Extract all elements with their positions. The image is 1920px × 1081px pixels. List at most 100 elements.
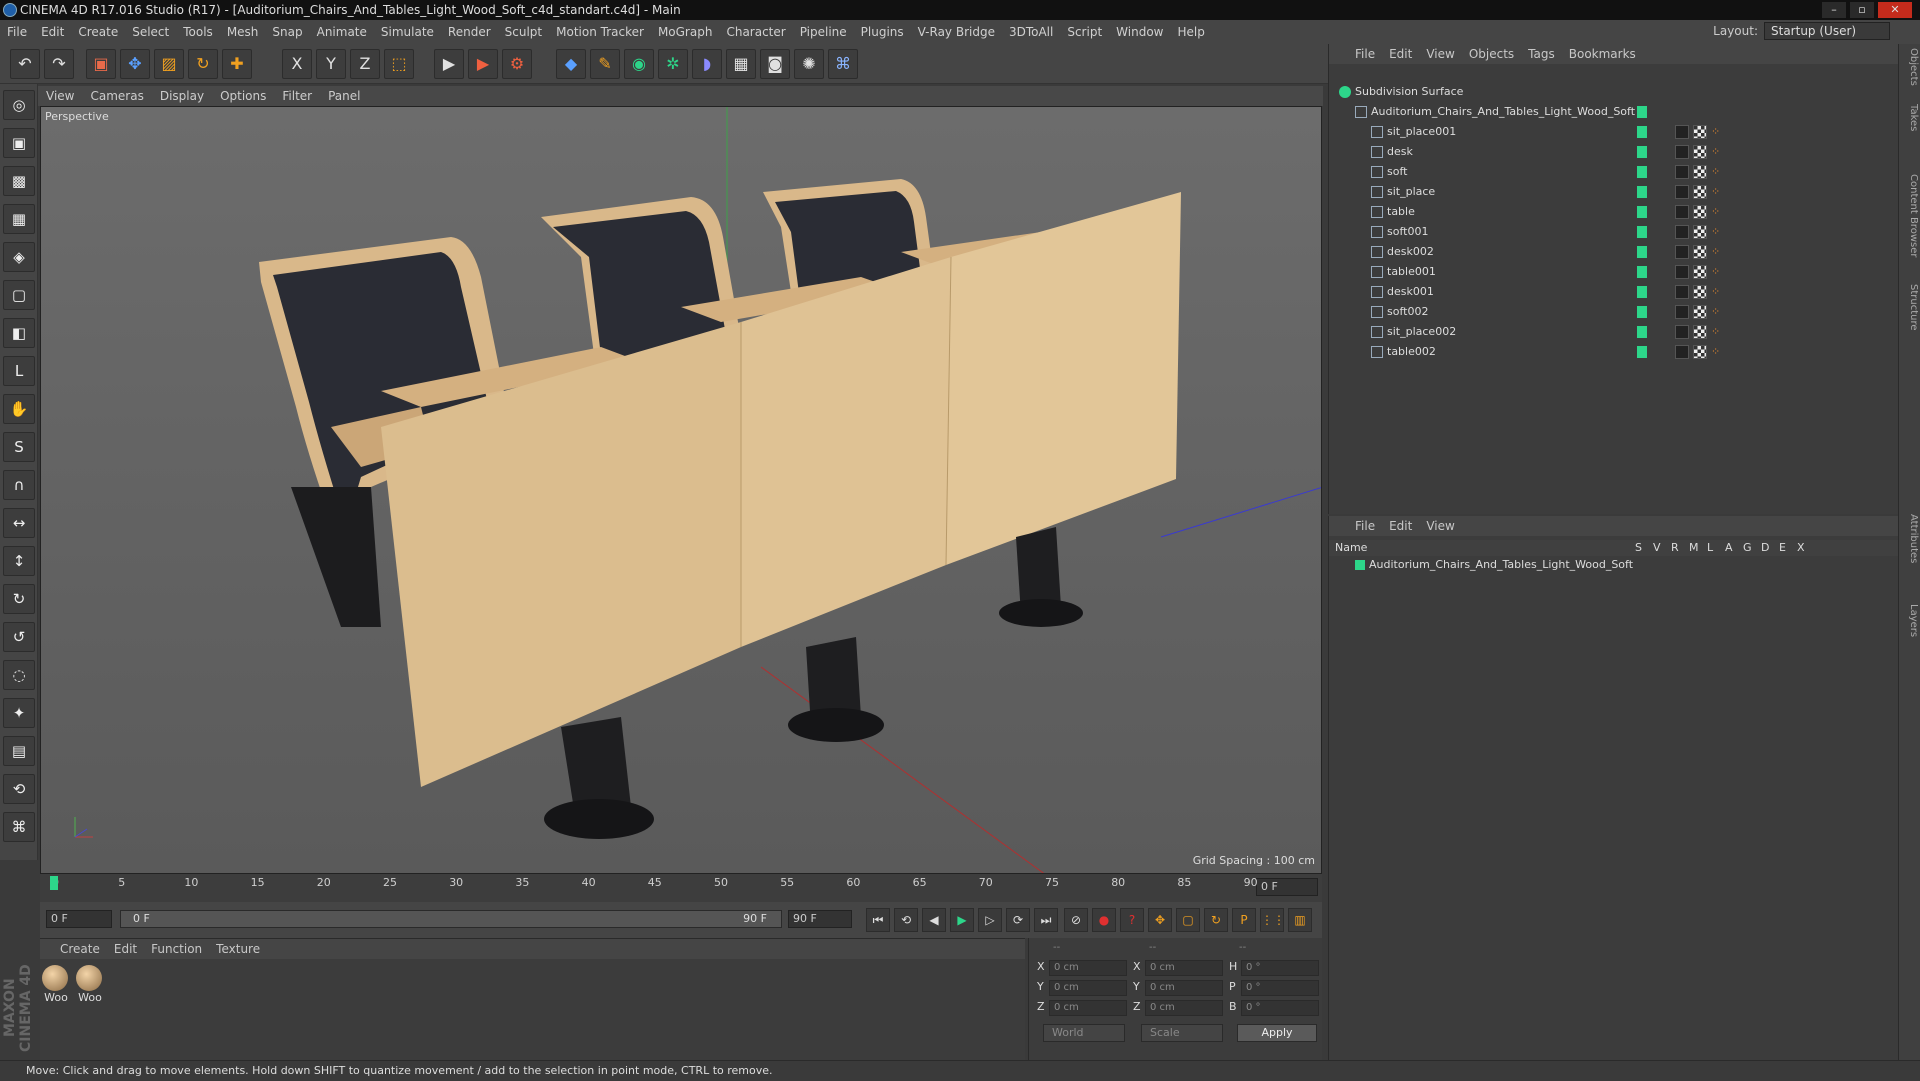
pen-spline-button[interactable]: ✎ [590,49,620,79]
menu-render[interactable]: Render [441,20,498,44]
layer-column-header[interactable]: D [1761,540,1769,556]
object-row[interactable]: sit_place002 ⁘ [1329,322,1899,342]
position-field[interactable]: 0 cm [1049,960,1127,976]
object-menu-edit[interactable]: Edit [1389,47,1412,61]
transport-button[interactable]: ⏮ [866,908,890,932]
object-row[interactable]: sit_place ⁘ [1329,182,1899,202]
object-row[interactable]: desk001 ⁘ [1329,282,1899,302]
subdivision-surface-button[interactable]: ◉ [624,49,654,79]
keyframe-tool-button[interactable]: ⋮⋮ [1260,908,1285,932]
left-tool-button[interactable]: ▤ [3,736,35,766]
transport-button[interactable]: ▷ [978,908,1002,932]
side-tab-content-browser[interactable]: Content Browser [1901,174,1919,257]
menu-simulate[interactable]: Simulate [374,20,441,44]
texture-tag-icon[interactable] [1693,205,1707,219]
size-field[interactable]: 0 cm [1145,1000,1223,1016]
object-menu-bookmarks[interactable]: Bookmarks [1569,47,1636,61]
viewport-menu-view[interactable]: View [38,86,82,106]
keyframe-tool-button[interactable]: ✥ [1148,908,1172,932]
left-tool-button[interactable]: ⟲ [3,774,35,804]
menu-edit[interactable]: Edit [34,20,71,44]
left-tool-button[interactable]: ▣ [3,128,35,158]
selection-tag-icon[interactable]: ⁘ [1711,185,1725,199]
material-menu-function[interactable]: Function [151,942,202,956]
start-frame-field[interactable]: 0 F [46,910,112,928]
y-axis-button[interactable]: Y [316,49,346,79]
layer-column-header[interactable]: L [1707,540,1713,556]
visibility-toggle[interactable] [1637,286,1647,298]
texture-tag-icon[interactable] [1693,325,1707,339]
layer-menu-file[interactable]: File [1355,519,1375,533]
object-row[interactable]: soft ⁘ [1329,162,1899,182]
texture-tag-icon[interactable] [1693,285,1707,299]
visibility-toggle[interactable] [1637,346,1647,358]
layer-column-header[interactable]: E [1779,540,1786,556]
object-row[interactable]: Auditorium_Chairs_And_Tables_Light_Wood_… [1329,102,1899,122]
live-selection-button[interactable]: ▣ [86,49,116,79]
coordinate-space-dropdown[interactable]: World [1043,1024,1125,1042]
texture-tag-icon[interactable] [1693,225,1707,239]
side-tab-attributes[interactable]: Attributes [1901,514,1919,563]
object-menu-view[interactable]: View [1426,47,1454,61]
end-frame-field[interactable]: 90 F [788,910,852,928]
size-field[interactable]: 0 cm [1145,980,1223,996]
layer-column-header[interactable]: G [1743,540,1752,556]
phong-tag-icon[interactable] [1675,345,1689,359]
left-tool-button[interactable]: ▦ [3,204,35,234]
preview-range-slider[interactable]: 0 F 90 F [120,910,782,928]
texture-tag-icon[interactable] [1693,345,1707,359]
z-axis-button[interactable]: Z [350,49,380,79]
move-tool-button[interactable]: ✥ [120,49,150,79]
keyframe-tool-button[interactable]: ↻ [1204,908,1228,932]
object-menu-objects[interactable]: Objects [1469,47,1514,61]
texture-tag-icon[interactable] [1693,305,1707,319]
viewport-menu-filter[interactable]: Filter [274,86,320,106]
texture-tag-icon[interactable] [1693,245,1707,259]
left-tool-button[interactable]: ✋ [3,394,35,424]
visibility-toggle[interactable] [1637,186,1647,198]
left-tool-button[interactable]: ∩ [3,470,35,500]
visibility-toggle[interactable] [1637,226,1647,238]
transport-button[interactable]: ⟲ [894,908,918,932]
current-frame-field[interactable]: 0 F [1256,878,1318,896]
transport-button[interactable]: ▶ [950,908,974,932]
texture-tag-icon[interactable] [1693,265,1707,279]
material-menu-create[interactable]: Create [60,942,100,956]
phong-tag-icon[interactable] [1675,245,1689,259]
visibility-toggle[interactable] [1637,246,1647,258]
size-field[interactable]: 0 cm [1145,960,1223,976]
menu-help[interactable]: Help [1170,20,1211,44]
layer-column-header[interactable]: X [1797,540,1805,556]
left-tool-button[interactable]: S [3,432,35,462]
menu-character[interactable]: Character [719,20,792,44]
side-tab-layers[interactable]: Layers [1901,604,1919,637]
keyframe-tool-button[interactable]: ▢ [1176,908,1200,932]
menu-mesh[interactable]: Mesh [220,20,266,44]
selection-tag-icon[interactable]: ⁘ [1711,265,1725,279]
menu-v-ray-bridge[interactable]: V-Ray Bridge [911,20,1002,44]
camera-button[interactable]: ◙ [760,49,790,79]
visibility-toggle[interactable] [1637,206,1647,218]
python-button[interactable]: ⌘ [828,49,858,79]
material-menu-texture[interactable]: Texture [216,942,260,956]
recent-tools-button[interactable]: ✚ [222,49,252,79]
side-tab-takes[interactable]: Takes [1901,104,1919,131]
left-tool-button[interactable]: ✦ [3,698,35,728]
visibility-toggle[interactable] [1637,326,1647,338]
menu-window[interactable]: Window [1109,20,1170,44]
left-tool-button[interactable]: ▩ [3,166,35,196]
texture-tag-icon[interactable] [1693,165,1707,179]
selection-tag-icon[interactable]: ⁘ [1711,125,1725,139]
texture-tag-icon[interactable] [1693,125,1707,139]
undo-button[interactable]: ↶ [10,49,40,79]
rotation-field[interactable]: 0 ° [1241,960,1319,976]
object-row[interactable]: soft002 ⁘ [1329,302,1899,322]
render-to-picture-viewer-button[interactable]: ▶ [468,49,498,79]
menu-select[interactable]: Select [125,20,176,44]
floor-button[interactable]: ▦ [726,49,756,79]
menu-pipeline[interactable]: Pipeline [793,20,854,44]
phong-tag-icon[interactable] [1675,185,1689,199]
left-tool-button[interactable]: ◈ [3,242,35,272]
layer-column-header[interactable]: A [1725,540,1733,556]
viewport-menu-panel[interactable]: Panel [320,86,368,106]
